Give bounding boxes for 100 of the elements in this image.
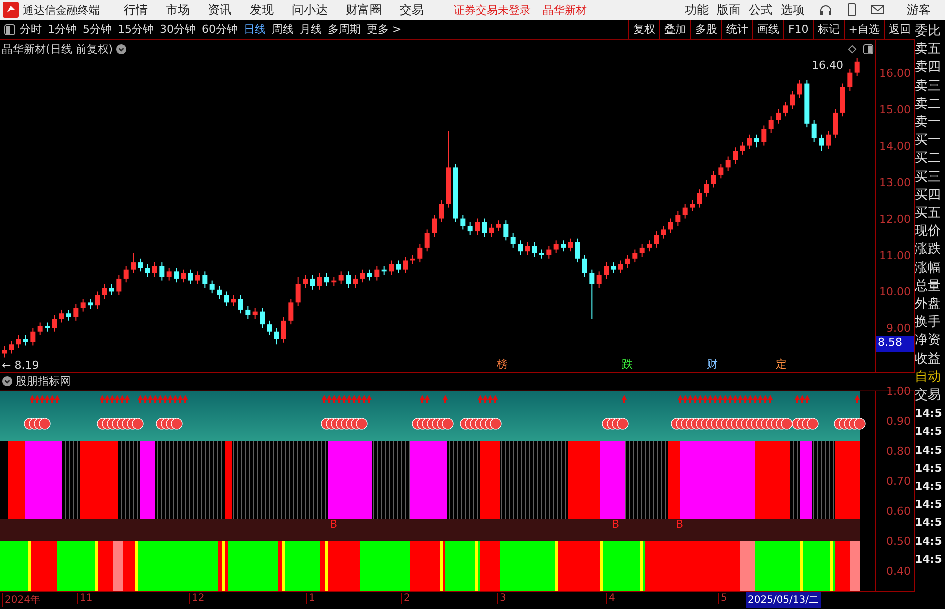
menu-item[interactable]: 资讯: [208, 2, 232, 18]
candlestick: [518, 240, 523, 256]
candlestick: [9, 340, 14, 354]
axis-tick-label: 13.00: [880, 176, 911, 190]
quote-field-label: 交易: [915, 387, 942, 406]
event-mark[interactable]: 财: [707, 357, 718, 372]
quote-field-label: 收益: [915, 350, 942, 369]
period-tab[interactable]: 15分钟: [118, 22, 154, 37]
login-notice[interactable]: 证券交易未登录: [454, 2, 531, 18]
date-axis-label: 5: [718, 593, 728, 604]
ball-cluster-drawing: [321, 418, 368, 430]
quote-field-label: 外盘: [915, 296, 942, 314]
candlestick: [647, 240, 652, 252]
candlestick: [210, 280, 215, 294]
candlestick: [202, 271, 208, 289]
candlestick: [260, 308, 265, 329]
candlestick: [554, 240, 559, 254]
menu-item[interactable]: 公式: [749, 2, 773, 18]
candlestick: [826, 130, 832, 150]
arrow-cluster-drawing: [100, 395, 130, 404]
panel-toggle-icon[interactable]: [863, 44, 874, 55]
period-tab[interactable]: 1分钟: [48, 22, 77, 37]
candlestick: [833, 108, 838, 139]
candlestick: [59, 309, 64, 324]
candlestick: [102, 284, 108, 300]
period-tab[interactable]: 月线: [300, 22, 322, 37]
candlestick: [432, 214, 437, 238]
candlestick: [382, 266, 387, 276]
date-axis-label: 11: [77, 593, 93, 604]
quote-field-label: 涨幅: [915, 260, 942, 278]
candlestick: [174, 268, 179, 284]
period-tab[interactable]: 60分钟: [202, 22, 238, 37]
event-mark[interactable]: 跌: [622, 357, 633, 372]
axis-tick-label: 0.80: [886, 445, 911, 458]
quote-field-label: 14:5: [915, 534, 944, 550]
candlestick: [540, 249, 544, 260]
period-tab[interactable]: 周线: [272, 22, 294, 37]
axis-tick-label: 0.60: [886, 505, 911, 518]
period-tab[interactable]: 日线: [244, 22, 266, 37]
period-tab[interactable]: 30分钟: [160, 22, 196, 37]
menu-item[interactable]: 发现: [250, 2, 274, 18]
arrow-cluster-drawing: [795, 395, 810, 404]
candlestick: [812, 120, 817, 143]
menu-item[interactable]: 问小达: [292, 2, 328, 18]
user-label[interactable]: 游客: [907, 2, 931, 18]
axis-tick-label: 10.00: [880, 286, 911, 299]
headset-icon[interactable]: [819, 3, 833, 17]
candlestick: [24, 335, 28, 346]
buy-signal-label: B: [330, 518, 338, 532]
candlestick: [353, 274, 358, 289]
high-price-label: 16.40: [812, 59, 844, 72]
candlestick: [231, 294, 236, 307]
candlestick: [2, 346, 7, 358]
quote-field-label: 14:5: [915, 479, 944, 496]
candlestick: [475, 218, 480, 236]
mail-icon[interactable]: [871, 3, 885, 17]
candlestick: [611, 262, 616, 274]
menu-item[interactable]: 交易: [400, 2, 424, 18]
quote-field-label: 总量: [915, 278, 942, 296]
candlestick: [374, 266, 380, 282]
candlestick: [676, 210, 681, 227]
candlestick: [848, 68, 853, 92]
period-tab[interactable]: 分时: [20, 22, 42, 37]
candlestick: [346, 271, 351, 289]
quote-field-label: 换手: [915, 314, 942, 332]
quote-field-label: 14:5: [915, 424, 944, 440]
candlestick: [690, 200, 695, 212]
ball-cluster-drawing: [24, 418, 51, 430]
candlestick: [575, 238, 580, 264]
menu-item[interactable]: 行情: [124, 2, 148, 18]
candlestick: [640, 244, 645, 258]
menu-item[interactable]: 版面: [717, 2, 741, 18]
candlestick: [196, 271, 200, 285]
period-tab[interactable]: 多周期: [328, 22, 361, 37]
menu-item[interactable]: 财富圈: [346, 2, 382, 18]
candlestick: [282, 316, 286, 344]
event-mark[interactable]: 榜: [497, 357, 508, 372]
event-mark[interactable]: 定: [776, 357, 787, 372]
candlestick: [604, 262, 609, 280]
candlestick: [288, 298, 294, 326]
date-axis-label: 1: [306, 593, 316, 604]
panel-toggle-icon[interactable]: [4, 24, 16, 36]
candlestick: [439, 200, 444, 223]
dropdown-icon[interactable]: [2, 376, 13, 388]
candlestick: [525, 242, 530, 256]
menu-item[interactable]: 选项: [781, 2, 805, 18]
candlestick: [468, 222, 473, 236]
dropdown-icon[interactable]: [116, 44, 128, 55]
menu-item[interactable]: 市场: [166, 2, 190, 18]
diamond-icon[interactable]: [848, 45, 857, 54]
period-tab[interactable]: 5分钟: [83, 22, 112, 37]
candlestick: [66, 309, 72, 322]
date-axis-label: 4: [606, 593, 616, 604]
menu-item[interactable]: 功能: [685, 2, 709, 18]
candlestick: [682, 204, 688, 220]
candlestick: [654, 231, 660, 248]
phone-icon[interactable]: [845, 3, 859, 17]
period-tab[interactable]: 更多 >: [367, 22, 402, 37]
candlestick: [124, 266, 129, 284]
candlestick: [768, 116, 774, 134]
